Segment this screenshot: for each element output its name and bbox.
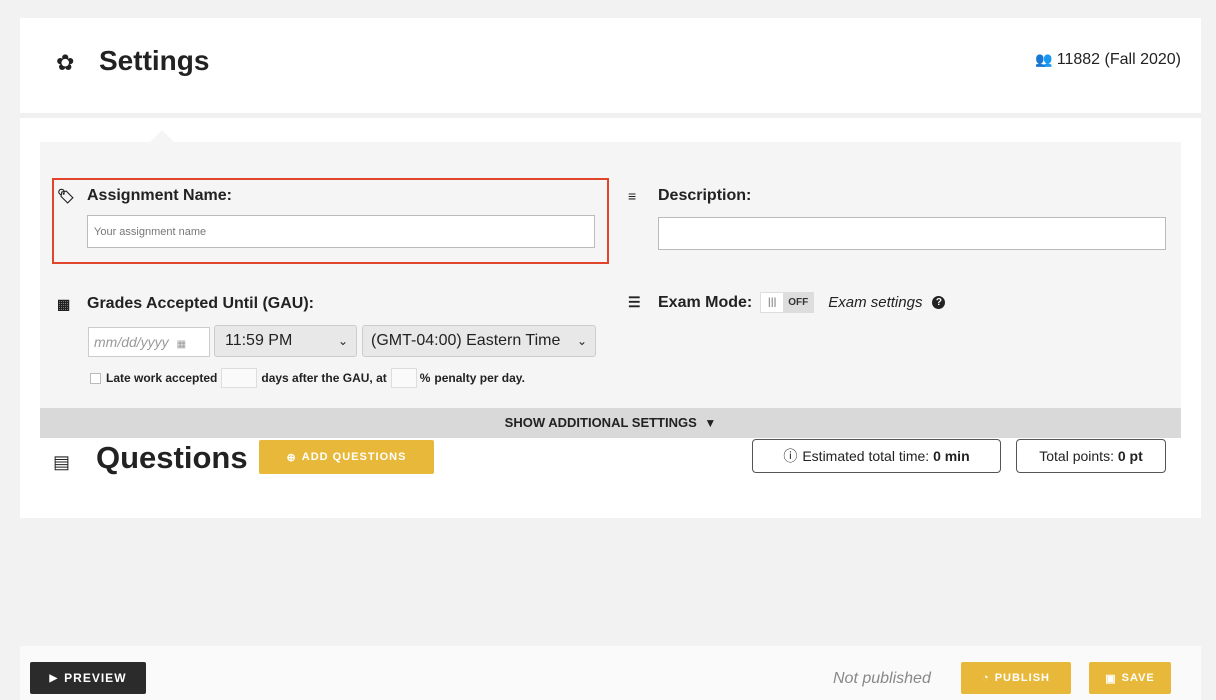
- late-penalty-text: penalty per day.: [434, 371, 525, 385]
- course-info: 👥 11882 (Fall 2020): [1035, 51, 1181, 69]
- questions-list-icon: ▤: [53, 452, 71, 472]
- chevron-down-icon: ⌄: [337, 334, 348, 348]
- info-icon: ⓘ: [783, 448, 798, 464]
- publish-icon: ◔: [982, 672, 990, 684]
- save-button[interactable]: ▣ SAVE: [1089, 662, 1171, 694]
- toggle-state: OFF: [783, 293, 814, 312]
- gau-label: ▦ Grades Accepted Until (GAU):: [57, 295, 314, 313]
- publish-status: Not published: [833, 670, 931, 687]
- percent-symbol: %: [419, 371, 431, 385]
- users-icon: 👥: [1035, 51, 1053, 67]
- show-additional-settings[interactable]: SHOW ADDITIONAL SETTINGS ▼: [40, 408, 1181, 438]
- exam-icon: ☰: [628, 294, 641, 310]
- caret-down-icon: ▼: [704, 416, 717, 430]
- total-points-value: 0 pt: [1117, 448, 1143, 464]
- course-label: 11882 (Fall 2020): [1056, 51, 1181, 68]
- late-days-text: days after the GAU, at: [261, 371, 387, 385]
- time-select[interactable]: 11:59 PM ⌄: [214, 325, 357, 357]
- exam-mode-row: ☰ Exam Mode: ||| OFF Exam settings ?: [628, 292, 946, 313]
- settings-card: ✿ Settings 👥 11882 (Fall 2020) 🏷 Assignme…: [20, 18, 1201, 518]
- header-pointer: [150, 130, 174, 142]
- late-work-label: Late work accepted: [106, 371, 218, 385]
- exam-settings-link[interactable]: Exam settings: [828, 294, 922, 311]
- assignment-name-label-text: Assignment Name:: [87, 187, 232, 204]
- late-work-row: Late work accepted days after the GAU, a…: [90, 368, 525, 388]
- calendar-small-icon: ▦: [176, 339, 187, 350]
- publish-button[interactable]: ◔ PUBLISH: [961, 662, 1071, 694]
- total-points-label: Total points:: [1039, 448, 1114, 464]
- description-label-text: Description:: [658, 187, 752, 204]
- footer-bar: ▶ PREVIEW Not published ◔ PUBLISH ▣ SAVE: [20, 646, 1201, 700]
- preview-label: PREVIEW: [64, 671, 127, 685]
- preview-button[interactable]: ▶ PREVIEW: [30, 662, 146, 694]
- show-additional-label: SHOW ADDITIONAL SETTINGS: [504, 415, 697, 430]
- description-icon: ≡: [628, 188, 637, 204]
- late-penalty-input[interactable]: [390, 368, 417, 388]
- page-title: Settings: [99, 45, 210, 76]
- assignment-name-label: 🏷 Assignment Name:: [57, 187, 232, 205]
- estimated-time-badge: ⓘ Estimated total time: 0 min: [752, 439, 1001, 473]
- tag-icon: 🏷: [57, 187, 75, 204]
- toggle-grip-icon: |||: [768, 297, 777, 308]
- questions-title: Questions: [96, 440, 248, 475]
- add-questions-button[interactable]: ⊕ ADD QUESTIONS: [259, 440, 434, 474]
- assignment-name-input[interactable]: [87, 215, 595, 248]
- gear-icon: ✿: [56, 50, 75, 75]
- description-label: ≡ Description:: [628, 187, 751, 205]
- publish-label: PUBLISH: [994, 672, 1050, 684]
- est-time-value: 0 min: [933, 448, 970, 464]
- calendar-icon: ▦: [57, 295, 71, 312]
- description-input[interactable]: [658, 217, 1166, 250]
- late-days-input[interactable]: [221, 368, 258, 388]
- settings-header: ✿ Settings 👥 11882 (Fall 2020): [20, 18, 1201, 118]
- chevron-down-icon: ⌄: [576, 334, 587, 348]
- settings-form: 🏷 Assignment Name: ≡ Description: ▦ Grad…: [40, 142, 1181, 408]
- timezone-value: (GMT-04:00) Eastern Time: [371, 332, 561, 349]
- plus-circle-icon: ⊕: [286, 451, 297, 464]
- exam-mode-toggle[interactable]: ||| OFF: [760, 292, 815, 313]
- late-work-checkbox[interactable]: [90, 372, 101, 384]
- timezone-select[interactable]: (GMT-04:00) Eastern Time ⌄: [362, 325, 596, 357]
- date-input[interactable]: mm/dd/yyyy ▦: [88, 327, 210, 357]
- time-value: 11:59 PM: [225, 332, 293, 349]
- est-time-label: Estimated total time:: [802, 448, 930, 464]
- save-icon: ▣: [1105, 672, 1117, 685]
- gau-label-text: Grades Accepted Until (GAU):: [87, 295, 314, 312]
- add-questions-label: ADD QUESTIONS: [301, 451, 407, 463]
- save-label: SAVE: [1121, 672, 1155, 684]
- exam-mode-label: Exam Mode:: [658, 293, 753, 311]
- date-placeholder: mm/dd/yyyy: [94, 334, 169, 350]
- play-icon: ▶: [49, 672, 59, 684]
- help-icon[interactable]: ?: [932, 296, 946, 309]
- total-points-badge: Total points: 0 pt: [1016, 439, 1166, 473]
